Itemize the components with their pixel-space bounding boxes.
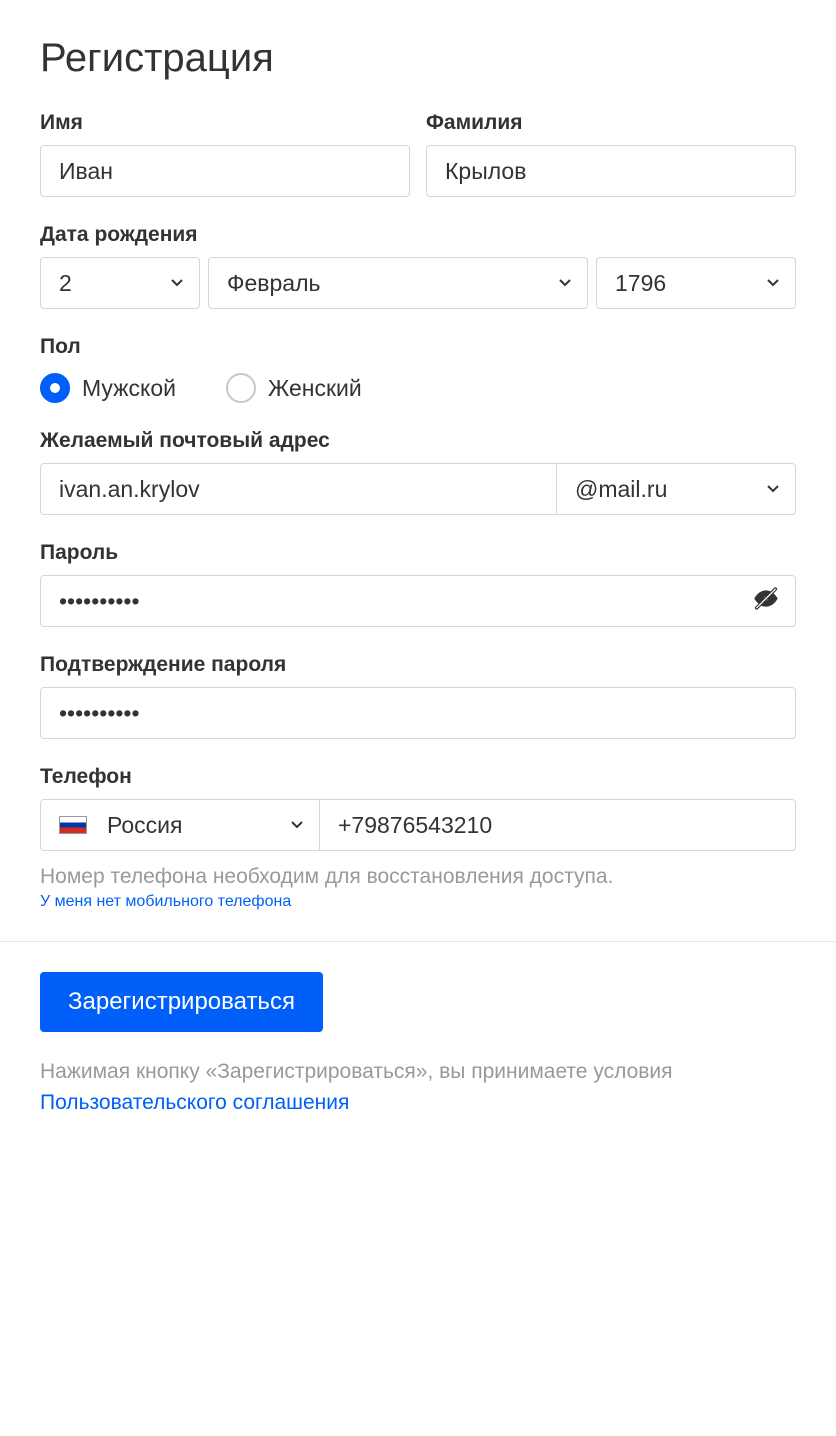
dob-year-value: 1796 (615, 270, 666, 297)
radio-unchecked-icon (226, 373, 256, 403)
chevron-down-icon (291, 821, 303, 829)
dob-month-select[interactable]: Февраль (208, 257, 588, 309)
dob-day-value: 2 (59, 270, 72, 297)
phone-country-value: Россия (107, 812, 182, 839)
section-divider (0, 941, 836, 942)
chevron-down-icon (767, 485, 779, 493)
flag-russia-icon (59, 816, 87, 834)
email-label: Желаемый почтовый адрес (40, 429, 796, 453)
phone-country-select[interactable]: Россия (40, 799, 320, 851)
gender-female-radio[interactable]: Женский (226, 373, 362, 403)
gender-female-label: Женский (268, 375, 362, 402)
no-phone-link[interactable]: У меня нет мобильного телефона (40, 893, 291, 910)
phone-label: Телефон (40, 765, 796, 789)
password-confirm-input[interactable] (40, 687, 796, 739)
first-name-input[interactable] (40, 145, 410, 197)
dob-label: Дата рождения (40, 223, 796, 247)
gender-male-label: Мужской (82, 375, 176, 402)
submit-button[interactable]: Зарегистрироваться (40, 972, 323, 1032)
phone-hint: Номер телефона необходим для восстановле… (40, 861, 796, 893)
password-input[interactable] (40, 575, 796, 627)
phone-number-input[interactable] (320, 799, 796, 851)
first-name-label: Имя (40, 111, 410, 135)
gender-male-radio[interactable]: Мужской (40, 373, 176, 403)
agreement-text: Нажимая кнопку «Зарегистрироваться», вы … (40, 1056, 796, 1119)
dob-year-select[interactable]: 1796 (596, 257, 796, 309)
last-name-label: Фамилия (426, 111, 796, 135)
chevron-down-icon (171, 279, 183, 287)
terms-link[interactable]: Пользовательского соглашения (40, 1091, 349, 1114)
radio-checked-icon (40, 373, 70, 403)
email-domain-value: @mail.ru (575, 476, 667, 503)
last-name-input[interactable] (426, 145, 796, 197)
email-username-input[interactable] (40, 463, 556, 515)
page-title: Регистрация (40, 36, 796, 81)
password-label: Пароль (40, 541, 796, 565)
password-confirm-label: Подтверждение пароля (40, 653, 796, 677)
chevron-down-icon (767, 279, 779, 287)
dob-month-value: Февраль (227, 270, 320, 297)
agreement-prefix: Нажимая кнопку «Зарегистрироваться», вы … (40, 1060, 673, 1083)
email-domain-select[interactable]: @mail.ru (556, 463, 796, 515)
gender-label: Пол (40, 335, 796, 359)
chevron-down-icon (559, 279, 571, 287)
dob-day-select[interactable]: 2 (40, 257, 200, 309)
eye-off-icon[interactable] (752, 585, 780, 618)
